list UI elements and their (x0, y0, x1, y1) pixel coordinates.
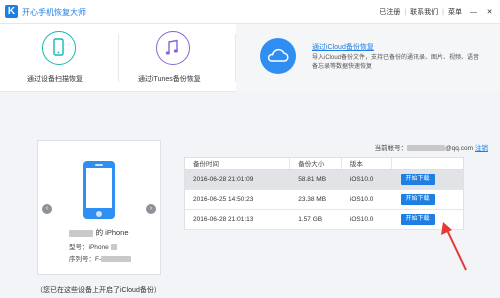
table-row[interactable]: 2016-06-28 21:01:09 58.81 MB iOS10.0 开始下… (184, 170, 464, 190)
device-name: 的 iPhone (38, 227, 160, 238)
serial-label: 序列号： (69, 256, 95, 263)
icloud-backup-note: （您已在这些设备上开启了iCloud备份） (36, 287, 161, 294)
backup-version: iOS10.0 (349, 196, 374, 203)
device-model: 型号：iPhone (69, 241, 117, 251)
next-device-button[interactable]: › (146, 204, 156, 214)
mode-device-scan-label: 通过设备扫描恢复 (27, 76, 83, 83)
start-download-button[interactable]: 开始下载 (400, 194, 435, 205)
close-button[interactable]: ✕ (485, 8, 494, 16)
menu-link[interactable]: 菜单 (448, 7, 462, 17)
table-row[interactable]: 2016-06-28 21:01:13 1.57 GB iOS10.0 开始下载 (184, 210, 464, 230)
current-account: 当前帐号： @qq.com 注销 (375, 142, 488, 152)
start-download-button[interactable]: 开始下载 (400, 174, 435, 185)
backup-size: 1.57 GB (298, 216, 323, 223)
iphone-icon (83, 161, 115, 219)
mode-itunes-backup[interactable]: 通过iTunes备份恢复 (119, 24, 235, 92)
app-logo: K (5, 5, 18, 18)
account-label: 当前帐号： (374, 145, 408, 152)
table-header: 备份时间 备份大小 版本 (184, 157, 464, 170)
device-name-suffix: 的 iPhone (95, 228, 129, 237)
header-action (392, 158, 463, 169)
logout-link[interactable]: 注销 (475, 145, 488, 152)
backup-time: 2016-06-28 21:01:09 (193, 176, 254, 183)
email-redacted (407, 145, 446, 152)
minimize-button[interactable]: — (469, 9, 478, 16)
backup-time: 2016-06-28 21:01:13 (193, 216, 254, 223)
backup-version: iOS10.0 (349, 216, 374, 223)
app-title: 开心手机恢复大师 (22, 8, 86, 17)
registered-link[interactable]: 已注册 (379, 7, 400, 17)
start-download-button[interactable]: 开始下载 (400, 214, 435, 225)
mode-itunes-backup-label: 通过iTunes备份恢复 (138, 76, 201, 83)
backup-time: 2016-06-25 14:50:23 (193, 196, 254, 203)
device-owner-redacted (69, 229, 94, 237)
header-version: 版本 (342, 158, 392, 169)
contact-us-link[interactable]: 联系我们 (410, 7, 438, 17)
account-email-suffix: @qq.com (445, 145, 473, 152)
backup-size: 58.81 MB (298, 176, 327, 183)
device-panel: ‹ › 的 iPhone 型号：iPhone 序列号：F- (37, 140, 161, 275)
backup-table: 备份时间 备份大小 版本 2016-06-28 21:01:09 58.81 M… (184, 157, 464, 230)
table-row[interactable]: 2016-06-25 14:50:23 23.38 MB iOS10.0 开始下… (184, 190, 464, 210)
separator: | (442, 8, 444, 16)
backup-size: 23.38 MB (298, 196, 327, 203)
phone-icon (42, 31, 76, 65)
annotation-arrow-icon (441, 222, 467, 271)
separator: | (404, 8, 407, 16)
model-value: iPhone (88, 244, 111, 251)
device-serial: 序列号：F- (69, 253, 132, 263)
header-backup-size: 备份大小 (290, 158, 342, 169)
mode-icloud-backup-label[interactable]: 通过iCloud备份恢复 (312, 42, 374, 52)
music-icon (156, 31, 190, 65)
title-bar: K 开心手机恢复大师 已注册 | 联系我们 | 菜单 — ✕ (0, 0, 500, 24)
cloud-icon (260, 38, 296, 74)
model-label: 型号： (69, 244, 89, 251)
header-backup-time: 备份时间 (185, 158, 291, 169)
mode-device-scan[interactable]: 通过设备扫描恢复 (0, 24, 118, 92)
top-links: 已注册 | 联系我们 | 菜单 — ✕ (379, 7, 494, 17)
icloud-description: 导入iCloud备份文件，支持已备份的通讯录、图片、视频、语音备忘录等数据快速恢… (312, 55, 480, 70)
recovery-mode-bar: 通过设备扫描恢复 通过iTunes备份恢复 通过iCloud备份恢复 导入iCl… (0, 24, 500, 92)
prev-device-button[interactable]: ‹ (42, 204, 52, 214)
backup-version: iOS10.0 (349, 176, 374, 183)
